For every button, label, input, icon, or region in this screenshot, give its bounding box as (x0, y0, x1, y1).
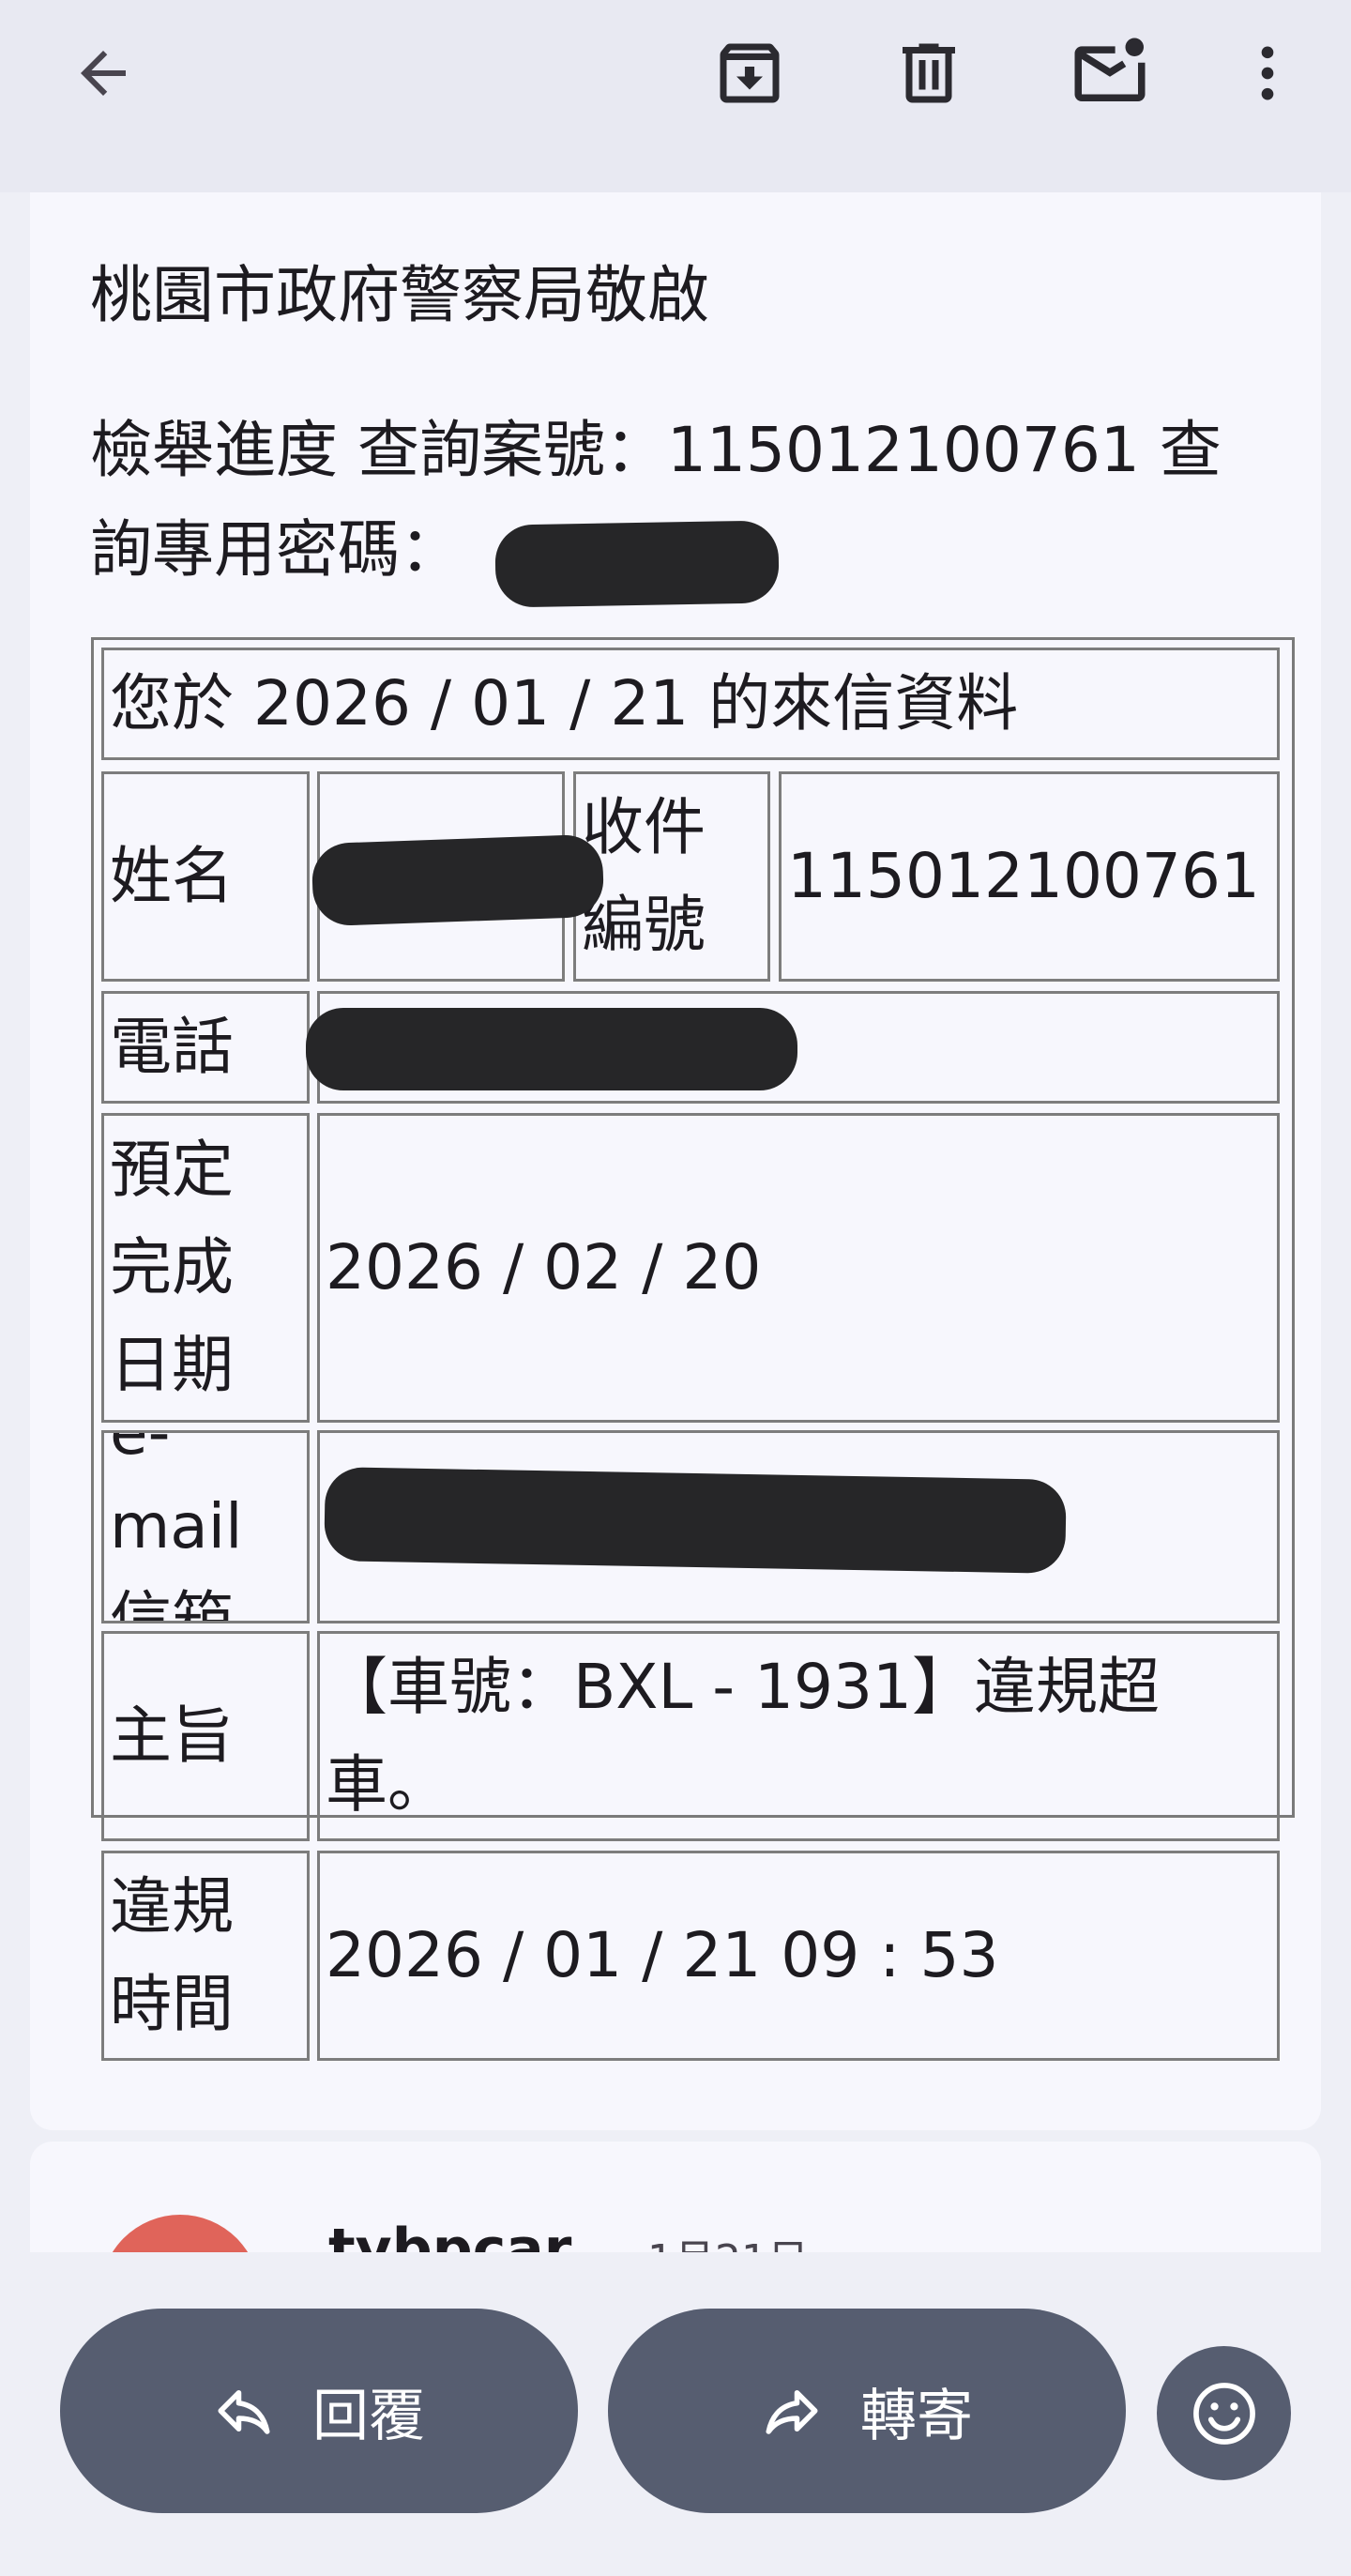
mark-unread-icon (1074, 38, 1146, 101)
case-number-line: 檢舉進度 查詢案號：115012100761 查 (90, 414, 1222, 486)
name-label: 姓名 (110, 840, 234, 912)
subject-line-1: 【車號：BXL - 1931】違規超 (326, 1651, 1161, 1723)
case-intro: 檢舉進度 查詢案號：115012100761 查 詢專用密碼： (90, 401, 1300, 608)
email-label-cell: e-mail 信箱 (101, 1430, 310, 1623)
case-no-value-cell: 115012100761 (779, 771, 1280, 982)
subject-label-cell: 主旨 (101, 1631, 310, 1841)
forward-label: 轉寄 (860, 2383, 973, 2449)
greeting-text: 桃園市政府警察局敬啟 (90, 259, 709, 331)
redacted-name (311, 833, 605, 927)
case-info-table: 您於 2026 / 01 / 21 的來信資料 姓名 收件 編號 1150121… (91, 637, 1295, 2061)
due-label-2: 完成 (110, 1231, 234, 1303)
back-button[interactable] (54, 24, 152, 122)
due-label-3: 日期 (110, 1329, 234, 1401)
email-label-2: 信箱 (110, 1584, 234, 1623)
phone-label-cell: 電話 (101, 991, 310, 1104)
due-date-value-cell: 2026 / 02 / 20 (317, 1113, 1280, 1423)
subject-label: 主旨 (110, 1700, 234, 1772)
name-label-cell: 姓名 (101, 771, 310, 982)
redacted-password (494, 520, 780, 608)
reply-label: 回覆 (312, 2383, 425, 2449)
archive-button[interactable] (701, 24, 798, 122)
subject-value-cell: 【車號：BXL - 1931】違規超 車。 (317, 1631, 1280, 1841)
more-options-button[interactable] (1219, 24, 1316, 122)
bottom-action-bar: 回覆 轉寄 (0, 2252, 1351, 2576)
violation-label-cell: 違規 時間 (101, 1851, 310, 2061)
due-date-value: 2026 / 02 / 20 (326, 1231, 762, 1303)
due-date-label-cell: 預定 完成 日期 (101, 1113, 310, 1423)
forward-button[interactable]: 轉寄 (608, 2309, 1126, 2513)
violation-time-value-cell: 2026 / 01 / 21 09 : 53 (317, 1851, 1280, 2061)
violation-label-1: 違規 (110, 1870, 234, 1943)
sender-avatar (100, 2215, 260, 2254)
more-vert-icon (1261, 46, 1274, 100)
delete-button[interactable] (880, 24, 978, 122)
message-body-card: 桃園市政府警察局敬啟 檢舉進度 查詢案號：115012100761 查 詢專用密… (30, 192, 1321, 2130)
table-header-text: 您於 2026 / 01 / 21 的來信資料 (110, 667, 1019, 739)
redacted-email (324, 1467, 1067, 1574)
case-no-value: 115012100761 (787, 840, 1260, 912)
violation-label-2: 時間 (110, 1968, 234, 2040)
reply-icon (218, 2390, 270, 2434)
subject-line-2: 車。 (326, 1748, 449, 1821)
emoji-reaction-button[interactable] (1157, 2346, 1291, 2480)
archive-icon (720, 43, 780, 103)
arrow-back-icon (81, 51, 126, 96)
next-message-item[interactable]: tybpcar 1月21日 (30, 2142, 1321, 2254)
violation-time-value: 2026 / 01 / 21 09 : 53 (326, 1919, 999, 1991)
delete-icon (903, 43, 955, 103)
redacted-phone (306, 1008, 797, 1090)
phone-label: 電話 (110, 1011, 234, 1083)
top-app-bar (0, 0, 1351, 192)
next-message-date: 1月21日 (647, 2226, 809, 2254)
emoji-icon (1192, 2382, 1255, 2445)
forward-icon (766, 2390, 818, 2434)
reply-button[interactable]: 回覆 (60, 2309, 578, 2513)
table-header-cell: 您於 2026 / 01 / 21 的來信資料 (101, 648, 1280, 760)
next-sender-name: tybpcar (328, 2217, 572, 2254)
due-label-1: 預定 (110, 1134, 234, 1206)
email-label-1: e-mail (110, 1430, 243, 1562)
mark-unread-button[interactable] (1061, 24, 1159, 122)
